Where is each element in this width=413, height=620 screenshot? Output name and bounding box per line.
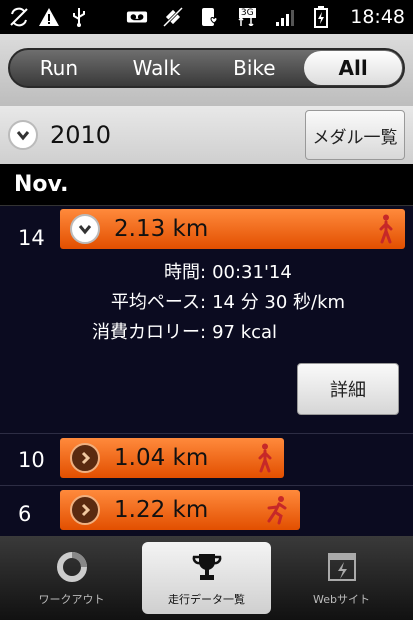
entry-collapse-toggle[interactable] [70, 214, 100, 244]
entry-day: 14 [18, 226, 45, 250]
warning-icon [38, 6, 60, 28]
run-data-list: Nov. 14 2.13 km 時間: 00:31'14 平均ペース: 14 分… [0, 164, 413, 536]
web-icon [324, 549, 360, 585]
detail-pace: 平均ペース: 14 分 30 秒/km [60, 288, 400, 318]
walk-icon [254, 443, 274, 477]
detail-label: 時間 [164, 262, 200, 283]
month-header: Nov. [0, 164, 413, 206]
filter-all[interactable]: All [304, 51, 402, 85]
tab-label: 走行データ一覧 [168, 593, 245, 606]
list-item: 10 1.04 km [0, 434, 413, 486]
activity-filter: Run Walk Bike All [8, 48, 405, 88]
detail-value: 00:31'14 [212, 262, 292, 283]
detail-value: 14 分 30 秒/km [212, 292, 346, 313]
detail-label: 平均ペース [110, 292, 200, 313]
chevron-right-icon [81, 451, 91, 465]
tab-workout[interactable]: ワークアウト [7, 542, 136, 614]
detail-button[interactable]: 詳細 [297, 363, 399, 415]
sync-off-icon [8, 6, 30, 28]
usb-icon [68, 6, 90, 28]
filter-walk[interactable]: Walk [108, 50, 206, 86]
chevron-down-icon [16, 131, 30, 141]
detail-time: 時間: 00:31'14 [60, 258, 400, 288]
walk-icon [375, 214, 395, 248]
entry-bar[interactable]: 1.04 km [60, 438, 284, 478]
tab-run-data-list[interactable]: 走行データ一覧 [142, 542, 271, 614]
detail-value: 97 kcal [212, 322, 278, 343]
bottom-tab-bar: ワークアウト 走行データ一覧 Webサイト [0, 536, 413, 620]
tab-label: Webサイト [313, 593, 370, 606]
clock: 18:48 [350, 6, 405, 28]
battery-charging-icon [310, 6, 332, 28]
list-item: 14 2.13 km 時間: 00:31'14 平均ペース: 14 分 30 秒… [0, 206, 413, 434]
entry-distance: 1.04 km [114, 445, 209, 471]
entry-bar[interactable]: 2.13 km [60, 209, 405, 249]
entry-bar[interactable]: 1.22 km [60, 490, 300, 530]
entry-distance: 2.13 km [114, 216, 209, 242]
voicemail-icon [126, 6, 148, 28]
detail-separator: : [200, 322, 207, 343]
entry-day: 10 [18, 448, 45, 472]
detail-calories: 消費カロリー: 97 kcal [60, 318, 400, 348]
workout-ring-icon [54, 549, 90, 585]
entry-expand-toggle[interactable] [70, 443, 100, 473]
phone-heart-icon [198, 6, 220, 28]
year-header: 2010 メダル一覧 [0, 106, 413, 164]
tab-website[interactable]: Webサイト [277, 542, 406, 614]
tab-label: ワークアウト [38, 593, 105, 606]
trophy-icon [189, 549, 225, 585]
entry-day: 6 [18, 502, 32, 526]
year-label: 2010 [50, 121, 112, 149]
gps-off-icon [162, 6, 184, 28]
entry-distance: 1.22 km [114, 497, 209, 523]
network-3g-icon: 3G [234, 6, 260, 28]
detail-separator: : [200, 292, 207, 313]
signal-icon [274, 6, 296, 28]
entry-expand-toggle[interactable] [70, 495, 100, 525]
medal-list-button[interactable]: メダル一覧 [305, 110, 405, 160]
year-collapse-toggle[interactable] [8, 120, 38, 150]
list-item: 6 1.22 km [0, 486, 413, 536]
chevron-down-icon [78, 225, 92, 235]
filter-bike[interactable]: Bike [206, 50, 304, 86]
chevron-right-icon [81, 503, 91, 517]
activity-filter-bar: Run Walk Bike All [0, 34, 413, 106]
run-icon [264, 495, 290, 529]
detail-separator: : [200, 262, 207, 283]
network-label: 3G [238, 8, 256, 18]
filter-run[interactable]: Run [10, 50, 108, 86]
detail-label: 消費カロリー [92, 322, 200, 343]
status-bar: 3G 18:48 [0, 0, 413, 34]
entry-details: 時間: 00:31'14 平均ペース: 14 分 30 秒/km 消費カロリー:… [60, 258, 400, 348]
